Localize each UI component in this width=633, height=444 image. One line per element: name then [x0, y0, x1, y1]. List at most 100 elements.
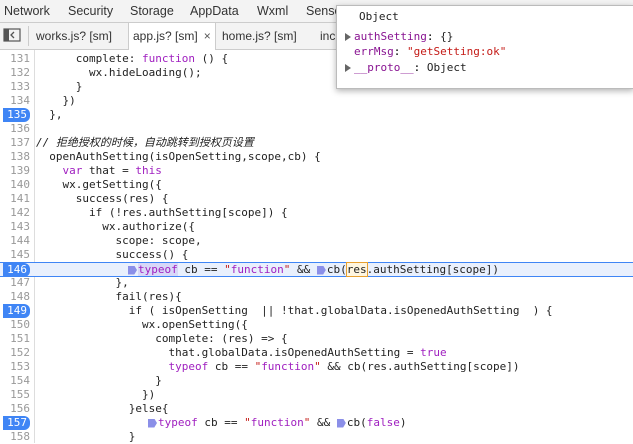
toggle-navigator-icon[interactable] [3, 27, 25, 45]
code-text: typeof cb == "function" && cb(false) [148, 416, 406, 430]
line-number[interactable]: 148 [0, 290, 30, 304]
code-text: success() { [36, 248, 189, 261]
code-line[interactable]: 137 // 拒绝授权的时候，自动跳转到授权页设置 [0, 136, 633, 150]
code-line[interactable]: 139 var that = this [0, 164, 633, 178]
code-text: wx.hideLoading(); [36, 66, 202, 79]
code-editor[interactable]: 131 complete: function () {132 wx.hideLo… [0, 50, 633, 443]
property-key: errMsg [354, 45, 394, 58]
code-text: openAuthSetting(isOpenSetting,scope,cb) … [36, 150, 321, 163]
code-text: typeof cb == "function" && cb(res.authSe… [168, 360, 520, 373]
code-line[interactable]: 138 openAuthSetting(isOpenSetting,scope,… [0, 150, 633, 164]
code-text: wx.authorize({ [36, 220, 195, 233]
line-number[interactable]: 158 [0, 430, 30, 444]
line-number[interactable]: 134 [0, 94, 30, 108]
file-tab-label: inc [320, 29, 336, 43]
code-line[interactable]: 136 [0, 122, 633, 136]
line-number[interactable]: 138 [0, 150, 30, 164]
line-number[interactable]: 136 [0, 122, 30, 136]
code-line[interactable]: 157 typeof cb == "function" && cb(false) [0, 416, 633, 430]
code-line[interactable]: 153 typeof cb == "function" && cb(res.au… [0, 360, 633, 374]
panel-tab-appdata[interactable]: AppData [190, 4, 239, 18]
code-line[interactable]: 158 } [0, 430, 633, 444]
code-line[interactable]: 151 complete: (res) => { [0, 332, 633, 346]
code-line[interactable]: 135 }, [0, 108, 633, 122]
line-number[interactable]: 152 [0, 346, 30, 360]
file-tab-home-js[interactable]: home.js? [sm] [218, 23, 301, 49]
code-line[interactable]: 152 that.globalData.isOpenedAuthSetting … [0, 346, 633, 360]
code-line[interactable]: 144 scope: scope, [0, 234, 633, 248]
line-number[interactable]: 132 [0, 66, 30, 80]
expand-triangle-icon[interactable] [345, 64, 351, 72]
line-number[interactable]: 144 [0, 234, 30, 248]
code-line[interactable]: 147 }, [0, 276, 633, 290]
close-icon[interactable]: × [204, 29, 211, 43]
line-number[interactable]: 153 [0, 360, 30, 374]
object-inspector-popup: Object authSetting: {} errMsg: "getSetti… [336, 5, 633, 89]
line-number[interactable]: 151 [0, 332, 30, 346]
code-text: typeof cb == "function" && cb(res.authSe… [128, 262, 499, 277]
code-line[interactable]: 143 wx.authorize({ [0, 220, 633, 234]
code-line[interactable]: 145 success() { [0, 248, 633, 262]
code-line[interactable]: 155 }) [0, 388, 633, 402]
code-text: }else{ [36, 402, 169, 415]
inline-breakpoint-icon[interactable] [148, 418, 157, 428]
property-separator: : [393, 45, 407, 58]
popup-row-proto[interactable]: __proto__: Object [345, 61, 467, 74]
code-text: }, [36, 108, 63, 121]
breakpoint-marker[interactable]: 157 [3, 416, 30, 430]
code-text: } [36, 430, 136, 443]
code-line[interactable]: 154 } [0, 374, 633, 388]
inline-breakpoint-icon[interactable] [316, 265, 326, 275]
file-tab-works-js[interactable]: works.js? [sm] [32, 23, 116, 49]
code-text: }, [36, 276, 129, 289]
line-number[interactable]: 133 [0, 80, 30, 94]
code-line[interactable]: 146 typeof cb == "function" && cb(res.aut… [0, 262, 633, 277]
property-separator: : [413, 61, 427, 74]
popup-row-authsetting[interactable]: authSetting: {} [345, 30, 453, 43]
inline-breakpoint-icon[interactable] [336, 418, 346, 428]
breakpoint-marker[interactable]: 149 [3, 304, 30, 318]
code-text: var that = this [62, 164, 162, 177]
code-text: }) [36, 388, 156, 401]
line-number[interactable]: 154 [0, 374, 30, 388]
line-number[interactable]: 131 [0, 52, 30, 66]
code-line[interactable]: 156 }else{ [0, 402, 633, 416]
inline-breakpoint-icon[interactable] [128, 265, 137, 275]
line-number[interactable]: 143 [0, 220, 30, 234]
code-line[interactable]: 141 success(res) { [0, 192, 633, 206]
code-line[interactable]: 148 fail(res){ [0, 290, 633, 304]
line-number[interactable]: 140 [0, 178, 30, 192]
panel-tab-security[interactable]: Security [68, 4, 113, 18]
code-text: scope: scope, [36, 234, 202, 247]
code-line[interactable]: 142 if (!res.authSetting[scope]) { [0, 206, 633, 220]
code-text: } [36, 374, 162, 387]
line-number[interactable]: 137 [0, 136, 30, 150]
panel-tab-storage[interactable]: Storage [130, 4, 174, 18]
code-line[interactable]: 149 if ( isOpenSetting || !that.globalDa… [0, 304, 633, 318]
property-key: authSetting [354, 30, 427, 43]
breakpoint-marker[interactable]: 146 [3, 263, 30, 277]
line-number[interactable]: 139 [0, 164, 30, 178]
line-number[interactable]: 155 [0, 388, 30, 402]
property-value: Object [426, 61, 467, 74]
panel-tab-wxml[interactable]: Wxml [257, 4, 288, 18]
line-number[interactable]: 145 [0, 248, 30, 262]
code-line[interactable]: 134 }) [0, 94, 633, 108]
file-tab-label: home.js? [sm] [222, 29, 297, 43]
code-line[interactable]: 150 wx.openSetting({ [0, 318, 633, 332]
code-text: wx.getSetting({ [36, 178, 162, 191]
property-key: __proto__ [354, 61, 414, 74]
line-number[interactable]: 150 [0, 318, 30, 332]
file-tab-label: app.js? [sm] [133, 29, 198, 43]
breakpoint-marker[interactable]: 135 [3, 108, 30, 122]
line-number[interactable]: 142 [0, 206, 30, 220]
code-text: success(res) { [36, 192, 169, 205]
panel-tab-network[interactable]: Network [4, 4, 50, 18]
expand-triangle-icon[interactable] [345, 33, 351, 41]
line-number[interactable]: 147 [0, 276, 30, 290]
code-line[interactable]: 140 wx.getSetting({ [0, 178, 633, 192]
file-tab-app-js[interactable]: app.js? [sm] × [128, 23, 216, 50]
line-number[interactable]: 156 [0, 402, 30, 416]
line-number[interactable]: 141 [0, 192, 30, 206]
popup-row-errmsg: errMsg: "getSetting:ok" [354, 45, 506, 58]
